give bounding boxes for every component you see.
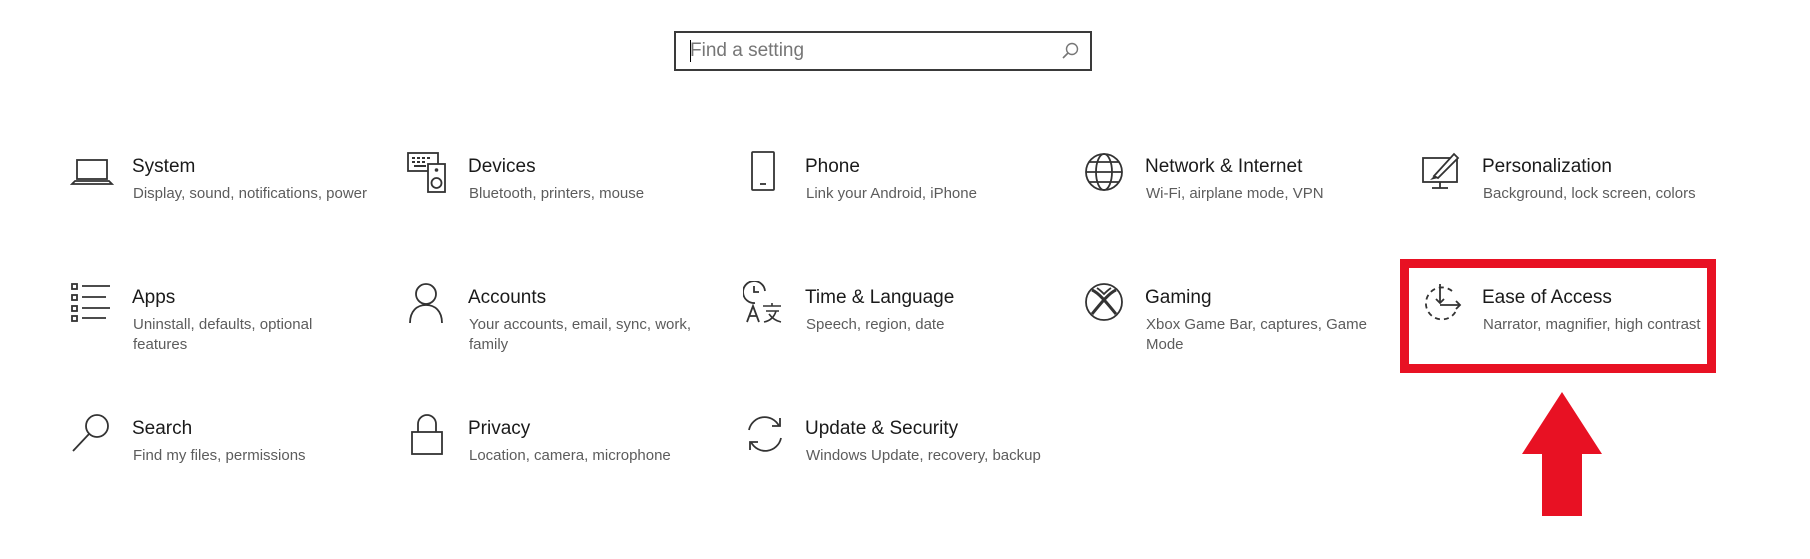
tile-description: Background, lock screen, colors: [1483, 185, 1696, 202]
tile-description: Xbox Game Bar, captures, Game Mode: [1146, 316, 1367, 353]
text-caret: [690, 40, 691, 62]
tile-apps[interactable]: Apps Uninstall, defaults, optional featu…: [70, 281, 370, 391]
phone-icon: [743, 150, 787, 194]
tile-title: Accounts: [468, 287, 547, 308]
tile-network-internet[interactable]: Network & Internet Wi-Fi, airplane mode,…: [1083, 150, 1383, 260]
tile-description: Location, camera, microphone: [469, 447, 671, 464]
red-up-arrow-icon: [1522, 392, 1602, 516]
tile-devices[interactable]: Devices Bluetooth, printers, mouse: [406, 150, 706, 260]
time-language-icon: [743, 281, 787, 325]
laptop-icon: [70, 150, 114, 194]
highlight-box: [1400, 259, 1716, 373]
tile-description: Uninstall, defaults, optional features: [133, 316, 313, 353]
tile-title: Time & Language: [805, 287, 955, 308]
tile-description: Wi-Fi, airplane mode, VPN: [1146, 185, 1324, 202]
tile-privacy[interactable]: Privacy Location, camera, microphone: [406, 412, 706, 522]
tile-title: Network & Internet: [1145, 156, 1303, 177]
tile-description: Find my files, permissions: [133, 447, 306, 464]
lock-icon: [406, 412, 450, 456]
magnifier-icon: [70, 412, 114, 456]
search-icon[interactable]: [1060, 41, 1080, 61]
tile-update-security[interactable]: Update & Security Windows Update, recove…: [743, 412, 1043, 522]
tile-description: Speech, region, date: [806, 316, 945, 333]
devices-icon: [406, 150, 450, 194]
personalization-icon: [1420, 150, 1464, 194]
tile-search[interactable]: Search Find my files, permissions: [70, 412, 370, 522]
tile-title: Search: [132, 418, 193, 439]
search-box[interactable]: [674, 31, 1092, 71]
tile-title: Gaming: [1145, 287, 1212, 308]
tile-title: Personalization: [1482, 156, 1612, 177]
tile-time-language[interactable]: Time & Language Speech, region, date: [743, 281, 1043, 391]
tile-title: Update & Security: [805, 418, 959, 439]
tile-title: Apps: [132, 287, 176, 308]
tile-accounts[interactable]: Accounts Your accounts, email, sync, wor…: [406, 281, 706, 391]
tile-description: Link your Android, iPhone: [806, 185, 977, 202]
person-icon: [406, 281, 450, 325]
tile-title: Phone: [805, 156, 860, 177]
tile-gaming[interactable]: Gaming Xbox Game Bar, captures, Game Mod…: [1083, 281, 1383, 391]
tile-title: Privacy: [468, 418, 531, 439]
search-input[interactable]: [690, 33, 1040, 69]
tile-phone[interactable]: Phone Link your Android, iPhone: [743, 150, 1043, 260]
globe-icon: [1083, 150, 1127, 194]
tile-description: Display, sound, notifications, power: [133, 185, 368, 202]
tile-description: Your accounts, email, sync, work, family: [469, 316, 692, 353]
tile-title: System: [132, 156, 196, 177]
tile-description: Windows Update, recovery, backup: [806, 447, 1041, 464]
tile-description: Bluetooth, printers, mouse: [469, 185, 645, 202]
tile-personalization[interactable]: Personalization Background, lock screen,…: [1420, 150, 1720, 260]
xbox-icon: [1083, 281, 1127, 325]
apps-list-icon: [70, 281, 114, 325]
tile-title: Devices: [468, 156, 536, 177]
sync-icon: [743, 412, 787, 456]
tile-system[interactable]: System Display, sound, notifications, po…: [70, 150, 370, 260]
